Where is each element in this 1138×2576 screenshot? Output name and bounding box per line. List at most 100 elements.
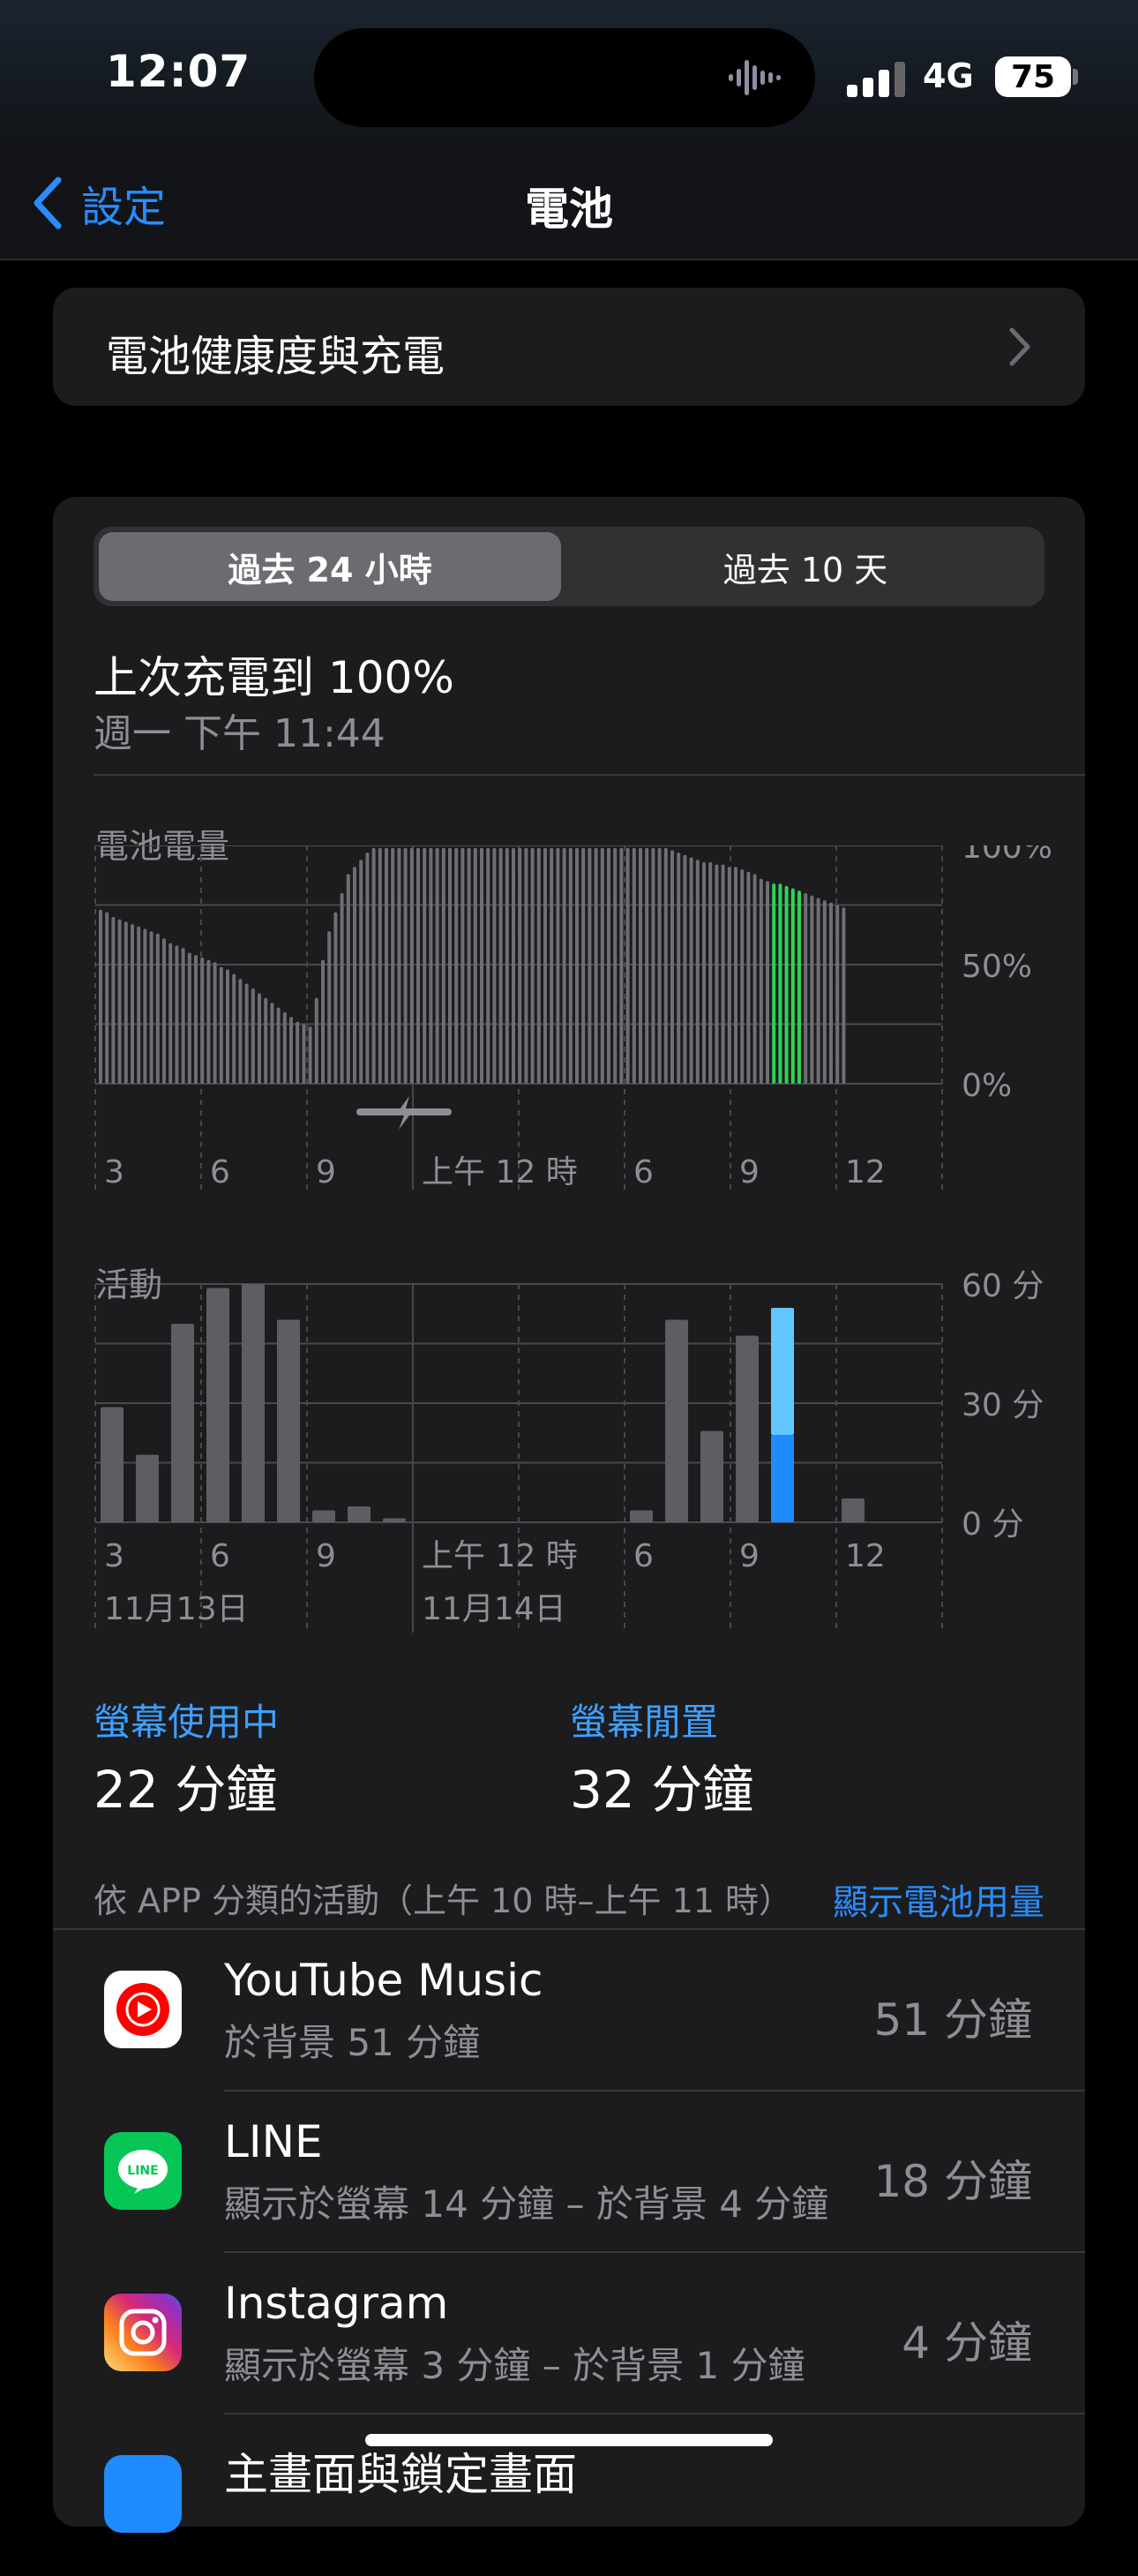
- battery-level-bar: [594, 847, 598, 1084]
- app-row-instagram[interactable]: Instagram 顯示於螢幕 3 分鐘 – 於背景 1 分鐘 4 分鐘: [53, 2253, 1085, 2415]
- x-tick-label: 6: [633, 1538, 654, 1574]
- activity-bar-screen-on: [630, 1510, 653, 1522]
- app-time: 51 分鐘: [873, 1994, 1032, 2046]
- show-battery-usage-link[interactable]: 顯示電池用量: [833, 1874, 1044, 1925]
- battery-level-bar: [155, 933, 160, 1084]
- battery-level-bar: [397, 847, 401, 1084]
- battery-level-bar: [99, 909, 102, 1084]
- battery-level-bar: [784, 885, 789, 1084]
- battery-level-bar: [403, 847, 408, 1084]
- battery-level-bar: [137, 926, 141, 1084]
- battery-level-bar: [168, 943, 173, 1084]
- battery-level-bar: [816, 897, 820, 1084]
- battery-level-bar: [296, 1021, 300, 1084]
- battery-level-bar: [600, 847, 604, 1084]
- battery-level-bar: [467, 847, 471, 1084]
- battery-level-bar: [663, 847, 668, 1084]
- battery-level-bar: [677, 852, 681, 1084]
- screen-on-label: 螢幕使用中: [94, 1701, 280, 1744]
- battery-level-bar: [721, 864, 725, 1084]
- network-type: 4G: [923, 56, 974, 95]
- battery-level-bar: [562, 847, 566, 1084]
- battery-level-bar: [175, 945, 179, 1084]
- battery-level-bar: [276, 1007, 281, 1084]
- battery-percent: 75: [1010, 58, 1056, 95]
- battery-icon: 75: [995, 56, 1071, 97]
- time-range-segmented-control: 過去 24 小時 過去 10 天: [94, 527, 1044, 606]
- battery-level-bar: [543, 847, 547, 1084]
- activity-bar-screen-on: [277, 1319, 300, 1522]
- activity-chart-title: 活動: [95, 1265, 163, 1304]
- battery-level-bar: [282, 1012, 287, 1084]
- battery-level-bar: [162, 938, 166, 1084]
- battery-level-bar: [258, 993, 261, 1084]
- battery-level-bar: [149, 931, 153, 1084]
- battery-level-bar: [550, 847, 554, 1084]
- battery-health-row[interactable]: 電池健康度與充電: [53, 288, 1085, 406]
- battery-level-bar: [822, 900, 827, 1084]
- battery-level-bar: [365, 852, 370, 1084]
- battery-level-bar: [333, 912, 338, 1084]
- x-tick-label: 上午 12 時: [422, 1538, 578, 1574]
- dynamic-island[interactable]: [314, 28, 815, 127]
- battery-level-bar: [790, 888, 795, 1084]
- x-tick-label: 6: [210, 1154, 230, 1190]
- navigation-bar: 設定 電池: [0, 146, 1138, 260]
- battery-level-bar: [251, 988, 255, 1084]
- battery-level-bar: [206, 959, 211, 1084]
- segment-last-10-days[interactable]: 過去 10 天: [572, 532, 1039, 601]
- date-label: 11月14日: [422, 1591, 566, 1627]
- battery-level-bar: [226, 969, 229, 1084]
- audio-waveform-icon: [729, 60, 781, 95]
- battery-level-bar: [568, 847, 573, 1084]
- battery-level-bar: [473, 847, 477, 1084]
- battery-level-bar: [200, 957, 205, 1084]
- app-detail: 於背景 51 分鐘: [224, 2021, 481, 2064]
- chevron-right-icon: [1009, 327, 1030, 366]
- activity-bar-screen-on: [312, 1510, 335, 1522]
- battery-level-bar: [429, 847, 433, 1084]
- battery-level-bar: [270, 1003, 274, 1084]
- battery-level-bar: [766, 881, 769, 1084]
- battery-level-bar: [232, 973, 236, 1084]
- now-playing-artwork[interactable]: [341, 60, 402, 95]
- status-bar: 12:07 4G 75: [0, 0, 1138, 146]
- app-row-youtube-music[interactable]: YouTube Music 於背景 51 分鐘 51 分鐘: [53, 1930, 1085, 2092]
- home-indicator[interactable]: [365, 2434, 773, 2446]
- segment-last-24-hours[interactable]: 過去 24 小時: [99, 532, 561, 601]
- battery-level-bar: [289, 1017, 293, 1084]
- battery-level-bar: [486, 847, 490, 1084]
- battery-level-bar: [842, 907, 846, 1084]
- y-tick-label: 100%: [962, 845, 1052, 866]
- battery-level-bar: [423, 847, 427, 1084]
- home-screen-icon: [104, 2455, 182, 2533]
- app-row-line[interactable]: LINE LINE 顯示於螢幕 14 分鐘 – 於背景 4 分鐘 18 分鐘: [53, 2092, 1085, 2253]
- battery-level-bar: [518, 847, 522, 1084]
- activity-bar-screen-on: [171, 1324, 194, 1522]
- activity-bar-screen-off: [771, 1308, 794, 1435]
- divider: [94, 774, 1085, 776]
- cellular-signal-icon: [847, 62, 905, 97]
- battery-level-bar: [804, 893, 808, 1084]
- battery-level-bar: [639, 847, 642, 1084]
- battery-level-bar: [625, 847, 630, 1084]
- battery-level-bar: [409, 847, 414, 1084]
- battery-level-bar: [117, 919, 122, 1084]
- x-tick-label: 9: [739, 1154, 760, 1190]
- battery-level-bar: [759, 878, 763, 1084]
- activity-bar-screen-on: [136, 1454, 159, 1522]
- svg-text:LINE: LINE: [127, 2164, 158, 2178]
- battery-level-bar: [238, 979, 243, 1084]
- y-tick-label: 60 分: [962, 1268, 1044, 1304]
- x-tick-label: 9: [316, 1538, 336, 1574]
- battery-level-bar: [340, 893, 344, 1084]
- battery-level-bar: [689, 857, 693, 1084]
- activity-bar-screen-on: [101, 1407, 124, 1522]
- activity-bar-screen-on: [736, 1335, 759, 1522]
- app-name: 主畫面與鎖定畫面: [224, 2449, 577, 2500]
- battery-level-bar: [505, 847, 509, 1084]
- battery-level-bar: [213, 962, 217, 1084]
- activity-bar-screen-on: [383, 1518, 406, 1522]
- battery-level-bar: [613, 847, 618, 1084]
- battery-level-bar: [435, 847, 439, 1084]
